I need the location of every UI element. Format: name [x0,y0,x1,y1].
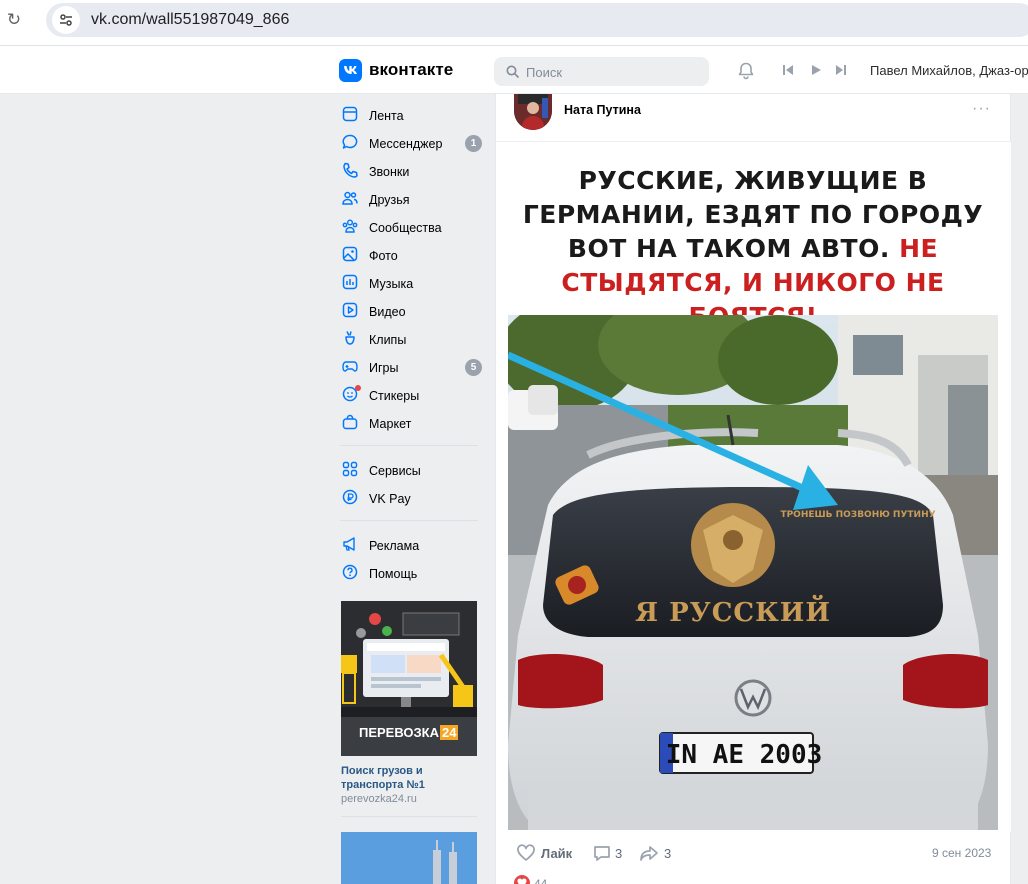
comment-icon [594,846,610,861]
sidebar-divider [340,445,478,446]
ad-divider [341,816,477,817]
sidebar-item-help[interactable]: Помощь [340,559,485,587]
music-icon [342,274,358,290]
notifications-bell-icon[interactable] [736,61,756,84]
vk-brand-name[interactable]: вконтакте [369,60,453,80]
author-avatar[interactable] [514,94,552,130]
sidebar-item-market[interactable]: Маркет [340,409,485,437]
sidebar-item-services[interactable]: Сервисы [340,456,485,484]
left-sidebar: Лента Мессенджер 1 Звонки Друзья Сообщес… [340,101,485,587]
feed-icon [342,106,358,122]
phone-icon [343,162,358,178]
sidebar-item-label: Реклама [369,539,420,553]
sidebar-item-messenger[interactable]: Мессенджер 1 [340,129,485,157]
sidebar-item-calls[interactable]: Звонки [340,157,485,185]
play-icon[interactable] [809,63,823,80]
post-more-icon[interactable]: ··· [972,100,991,118]
ad-banner-text: ПЕРЕВОЗКА [359,725,439,740]
share-icon [640,846,658,861]
sidebar-item-clips[interactable]: Клипы [340,325,485,353]
wall-post: Ната Путина ··· РУССКИЕ, ЖИВУЩИЕ В ГЕРМА… [495,94,1012,884]
reload-icon[interactable]: ↻ [4,10,24,30]
license-plate-text: IN AE 2003 [666,740,823,770]
help-icon [342,564,358,580]
ad-title[interactable]: Поиск грузов и транспорта №1 [341,764,477,792]
post-date[interactable]: 9 сен 2023 [932,846,991,860]
sidebar-item-feed[interactable]: Лента [340,101,485,129]
sidebar-item-label: Друзья [369,193,410,207]
unread-badge: 1 [465,135,482,152]
address-bar[interactable]: vk.com/wall551987049_866 [46,3,1028,37]
post-image[interactable]: РУССКИЕ, ЖИВУЩИЕ В ГЕРМАНИИ, ЕЗДЯТ ПО ГО… [496,142,1012,832]
message-icon [342,134,358,149]
communities-icon [342,219,358,233]
sidebar-item-label: Клипы [369,333,407,347]
sidebar-item-label: VK Pay [369,492,411,506]
sidebar-item-label: Сообщества [369,221,442,235]
sidebar-item-label: Лента [369,109,404,123]
browser-toolbar: ↻ vk.com/wall551987049_866 [0,0,1028,46]
vkpay-icon [342,489,358,505]
friends-icon [342,191,358,205]
window-sticker-text: ТРОНЕШЬ ПОЗВОНЮ ПУТИНУ [780,510,935,520]
sidebar-ad[interactable]: ПЕРЕВОЗКА 24 Поиск грузов и транспорта №1… [341,601,477,805]
megaphone-icon [343,537,355,551]
next-track-icon[interactable] [834,63,848,80]
sidebar-item-music[interactable]: Музыка [340,269,485,297]
sidebar-divider [340,520,478,521]
sidebar-item-label: Помощь [369,567,418,581]
sidebar-item-label: Музыка [369,277,414,291]
new-stickers-dot [355,385,361,391]
sidebar-item-label: Видео [369,305,406,319]
search-icon [506,65,519,78]
window-text: Я РУССКИЙ [635,595,831,628]
right-gutter [1011,94,1028,884]
user-menu[interactable]: Павел Михайлов, Джаз-ор [870,63,1028,78]
reaction-heart-icon[interactable] [514,875,530,884]
vk-logo-icon[interactable] [339,59,362,82]
games-badge: 5 [465,359,482,376]
sidebar-item-label: Звонки [369,165,410,179]
search-box[interactable] [494,57,709,86]
photo-icon [342,246,358,262]
sidebar-item-photos[interactable]: Фото [340,241,485,269]
services-icon [342,461,358,477]
sidebar-item-label: Мессенджер [369,137,443,151]
second-ad-image[interactable] [341,832,477,884]
url-text: vk.com/wall551987049_866 [91,11,290,28]
sidebar-item-label: Игры [369,361,399,375]
sidebar-item-ads[interactable]: Реклама [340,531,485,559]
meme-caption: РУССКИЕ, ЖИВУЩИЕ В ГЕРМАНИИ, ЕЗДЯТ ПО ГО… [508,164,998,334]
prev-track-icon[interactable] [781,63,795,80]
sidebar-item-label: Сервисы [369,464,421,478]
heart-icon [517,844,535,861]
video-icon [342,302,358,318]
ad-banner-number: 24 [440,725,459,740]
like-label: Лайк [541,846,573,861]
vk-header: вконтакте Павел Михайлов, Джаз-ор [0,46,1028,94]
sidebar-item-friends[interactable]: Друзья [340,185,485,213]
ad-banner-image[interactable]: ПЕРЕВОЗКА 24 [341,601,477,756]
sidebar-item-games[interactable]: Игры 5 [340,353,485,381]
clips-icon [345,331,355,345]
car-photo: Я РУССКИЙ ТРОНЕШЬ ПОЗВОНЮ ПУТИНУ IN AE 2… [498,295,998,830]
sidebar-item-communities[interactable]: Сообщества [340,213,485,241]
sidebar-item-video[interactable]: Видео [340,297,485,325]
sidebar-item-label: Стикеры [369,389,420,403]
ad-domain[interactable]: perevozka24.ru [341,793,477,805]
market-icon [342,414,358,430]
sidebar-item-stickers[interactable]: Стикеры [340,381,485,409]
site-settings-icon[interactable] [52,6,80,34]
comment-count: 3 [615,846,623,861]
sidebar-item-vkpay[interactable]: VK Pay [340,484,485,512]
games-icon [342,361,358,372]
post-author-name[interactable]: Ната Путина [564,103,641,117]
reaction-count: 44 [534,877,548,884]
sidebar-item-label: Фото [369,249,398,263]
share-count: 3 [664,846,672,861]
post-actions: Лайк 3 3 9 сен 2023 [496,839,1012,869]
search-input[interactable] [526,62,696,82]
sidebar-item-label: Маркет [369,417,412,431]
